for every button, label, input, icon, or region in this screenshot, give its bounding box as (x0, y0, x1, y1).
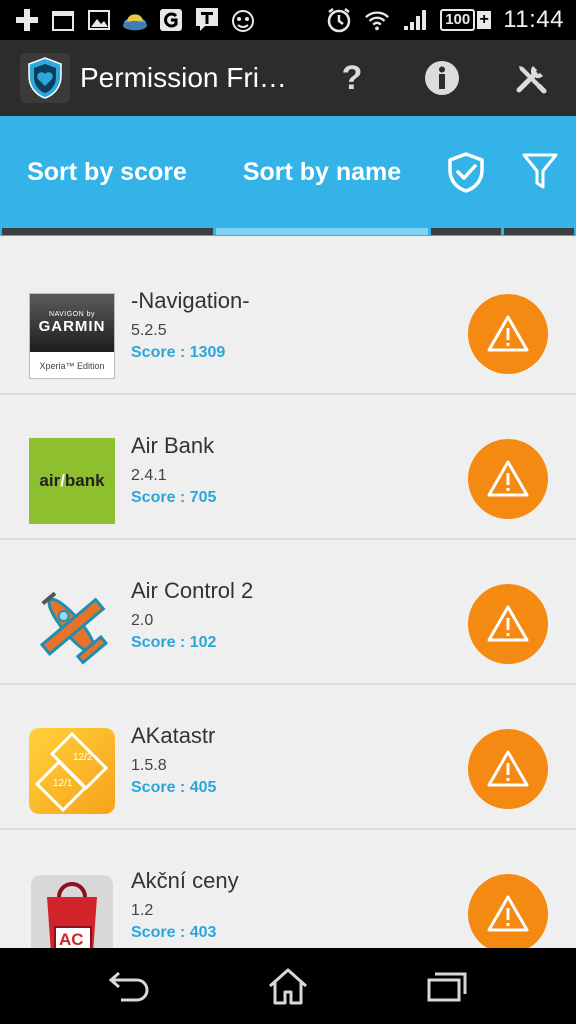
icon-text: 12/2 (73, 752, 93, 763)
info-icon (425, 61, 459, 95)
tab-trusted[interactable] (430, 116, 502, 228)
recents-icon (427, 972, 467, 1002)
calendar-icon (50, 7, 76, 33)
list-item[interactable]: Air Control 2 2.0 Score : 102 (0, 540, 576, 685)
tab-bar: Sort by score Sort by name (0, 116, 576, 352)
warning-button[interactable] (468, 729, 548, 809)
tab-label: Sort by name (242, 157, 402, 186)
app-name: Air Control 2 (131, 578, 254, 603)
list-item[interactable]: AC Akční ceny 1.2 Score : 403 (0, 830, 576, 948)
garmin-icon: NAVIGON by GARMIN Xperia™ Edition (28, 292, 116, 380)
warning-icon (487, 605, 529, 642)
app-score: Score : 403 (131, 924, 217, 941)
app-name: Akční ceny (131, 868, 239, 893)
icon-text: air (39, 471, 61, 490)
filter-icon (522, 153, 557, 189)
tab-indicator-active (216, 228, 428, 235)
list-item[interactable]: air / bank Air Bank 2.4.1 Score : 705 (0, 395, 576, 540)
charging-icon: + (477, 11, 492, 29)
home-button[interactable] (263, 964, 313, 1008)
wifi-icon (364, 7, 390, 33)
warning-icon (487, 750, 529, 787)
app-score: Score : 102 (131, 634, 217, 651)
shopping-bag-icon: AC (28, 872, 116, 948)
icon-text: Xperia™ Edition (39, 361, 105, 371)
tab-indicator (431, 228, 501, 235)
alarm-icon (326, 7, 352, 33)
tab-filter[interactable] (503, 116, 576, 228)
tools-icon (516, 66, 547, 94)
weather-icon (122, 7, 148, 33)
battery-icon: 100 + (440, 9, 492, 31)
app-version: 2.0 (131, 612, 154, 629)
app-version: 2.4.1 (131, 467, 167, 484)
app-name: Air Bank (131, 433, 215, 458)
action-bar: Permission Fri… ? (0, 40, 576, 116)
tab-sort-by-name[interactable]: Sort by name (215, 116, 429, 228)
icon-text: NAVIGON by (48, 311, 96, 318)
shield-check-icon (448, 152, 484, 193)
image-icon (86, 7, 112, 33)
warning-button[interactable] (468, 439, 548, 519)
warning-button[interactable] (468, 584, 548, 664)
app-score: Score : 1309 (131, 344, 226, 361)
tab-indicator (2, 228, 213, 235)
warning-icon (487, 460, 529, 497)
help-button[interactable]: ? (332, 58, 372, 98)
icon-text: AC (59, 930, 84, 948)
icon-text: GARMIN (38, 318, 106, 335)
status-bar: 100 + 11:44 (0, 0, 576, 40)
battery-level: 100 (440, 9, 476, 31)
app-score: Score : 705 (131, 489, 217, 506)
list-item[interactable]: 12/2 12/1 AKatastr 1.5.8 Score : 405 (0, 685, 576, 830)
tab-indicator (504, 228, 574, 235)
tab-sort-by-score[interactable]: Sort by score (0, 116, 214, 228)
system-icons: 100 + 11:44 (326, 6, 564, 34)
app-score: Score : 405 (131, 779, 217, 796)
list-item[interactable]: NAVIGON by GARMIN Xperia™ Edition -Navig… (0, 250, 576, 395)
help-icon: ? (341, 58, 363, 97)
warning-button[interactable] (468, 294, 548, 374)
tab-label: Sort by score (27, 157, 187, 186)
back-button[interactable] (104, 964, 154, 1008)
app-name: AKatastr (131, 723, 216, 748)
akatastr-icon: 12/2 12/1 (28, 727, 116, 815)
notification-icons (14, 6, 256, 34)
t-icon (194, 7, 220, 33)
signal-icon (402, 7, 428, 33)
app-version: 1.5.8 (131, 757, 167, 774)
icon-text: 12/1 (53, 778, 73, 789)
app-name: -Navigation- (131, 288, 250, 313)
app-version: 5.2.5 (131, 322, 167, 339)
clock: 11:44 (503, 6, 564, 33)
app-version: 1.2 (131, 902, 154, 919)
settings-button[interactable] (511, 58, 551, 98)
g-icon (158, 7, 184, 33)
navigation-bar (0, 948, 576, 1024)
back-icon (108, 971, 149, 1002)
monkey-icon (230, 7, 256, 33)
icon-text: bank (64, 471, 105, 490)
shield-heart-icon[interactable] (20, 53, 70, 103)
info-button[interactable] (422, 58, 462, 98)
warning-button[interactable] (468, 874, 548, 948)
home-icon (269, 968, 307, 1005)
recents-button[interactable] (422, 964, 472, 1008)
airplane-icon (28, 582, 116, 670)
app-title: Permission Fri… (80, 62, 287, 93)
warning-icon (487, 895, 529, 932)
warning-icon (487, 315, 529, 352)
add-icon (14, 7, 40, 33)
app-list[interactable]: NAVIGON by GARMIN Xperia™ Edition -Navig… (0, 236, 576, 948)
airbank-icon: air / bank (28, 437, 116, 525)
